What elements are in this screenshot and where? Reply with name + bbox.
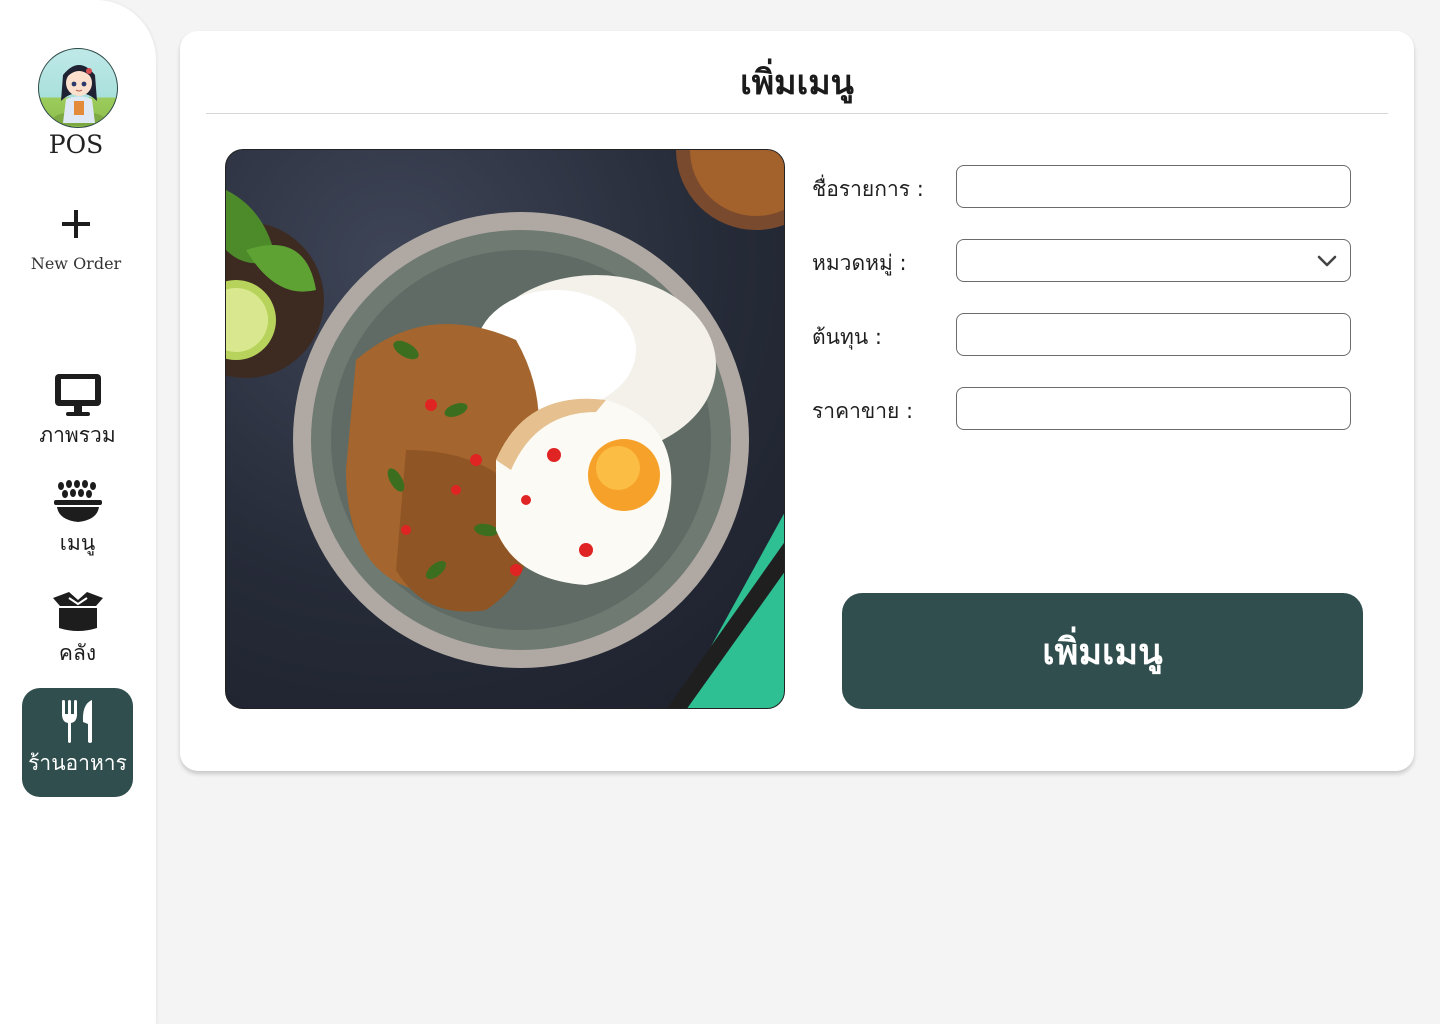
utensils-icon [22,698,133,750]
cost-label: ต้นทุน : [812,325,882,349]
plus-icon [0,200,152,246]
price-input[interactable] [956,387,1351,430]
add-menu-card: เพิ่มเมนู ชื่อรายการ: หมวดหมู่: ต้นทุน… [180,31,1414,771]
avatar [38,48,118,128]
name-label: ชื่อรายการ : [812,177,924,201]
sidebar-item-label: ร้านอาหาร [28,751,127,775]
title-divider [206,113,1388,114]
sidebar-item-menu[interactable]: เมนู [22,478,133,556]
name-row: ชื่อรายการ : [812,165,1352,209]
sidebar-item-label: คลัง [58,641,97,665]
sidebar-item-overview[interactable]: ภาพรวม [22,370,133,448]
food-photo-illustration [226,150,784,708]
new-order-button[interactable]: New Order [0,200,152,273]
price-row: ราคาขาย : [812,387,1352,431]
menu-image[interactable] [225,149,785,709]
name-input[interactable] [956,165,1351,208]
sidebar-item-label: เมนู [59,531,96,555]
new-order-label: New Order [30,254,122,273]
avatar-character-icon [53,65,105,126]
add-menu-button[interactable]: เพิ่มเมนู [842,593,1363,709]
cost-row: ต้นทุน : [812,313,1352,357]
category-row: หมวดหมู่ : [812,239,1352,283]
sidebar: POS New Order ภาพรวม เมนู คลัง ร้านอาหาร [0,0,156,1024]
page-title: เพิ่มเมนู [740,63,854,103]
box-icon [22,588,133,640]
monitor-icon [22,370,133,422]
category-select[interactable] [956,239,1351,282]
brand-name: POS [48,130,104,159]
sidebar-item-inventory[interactable]: คลัง [22,588,133,666]
category-label: หมวดหมู่ : [812,251,907,275]
cost-input[interactable] [956,313,1351,356]
sidebar-item-label: ภาพรวม [39,423,116,447]
food-bowl-icon [22,478,133,530]
price-label: ราคาขาย : [812,399,914,423]
sidebar-item-restaurant[interactable]: ร้านอาหาร [22,688,133,797]
